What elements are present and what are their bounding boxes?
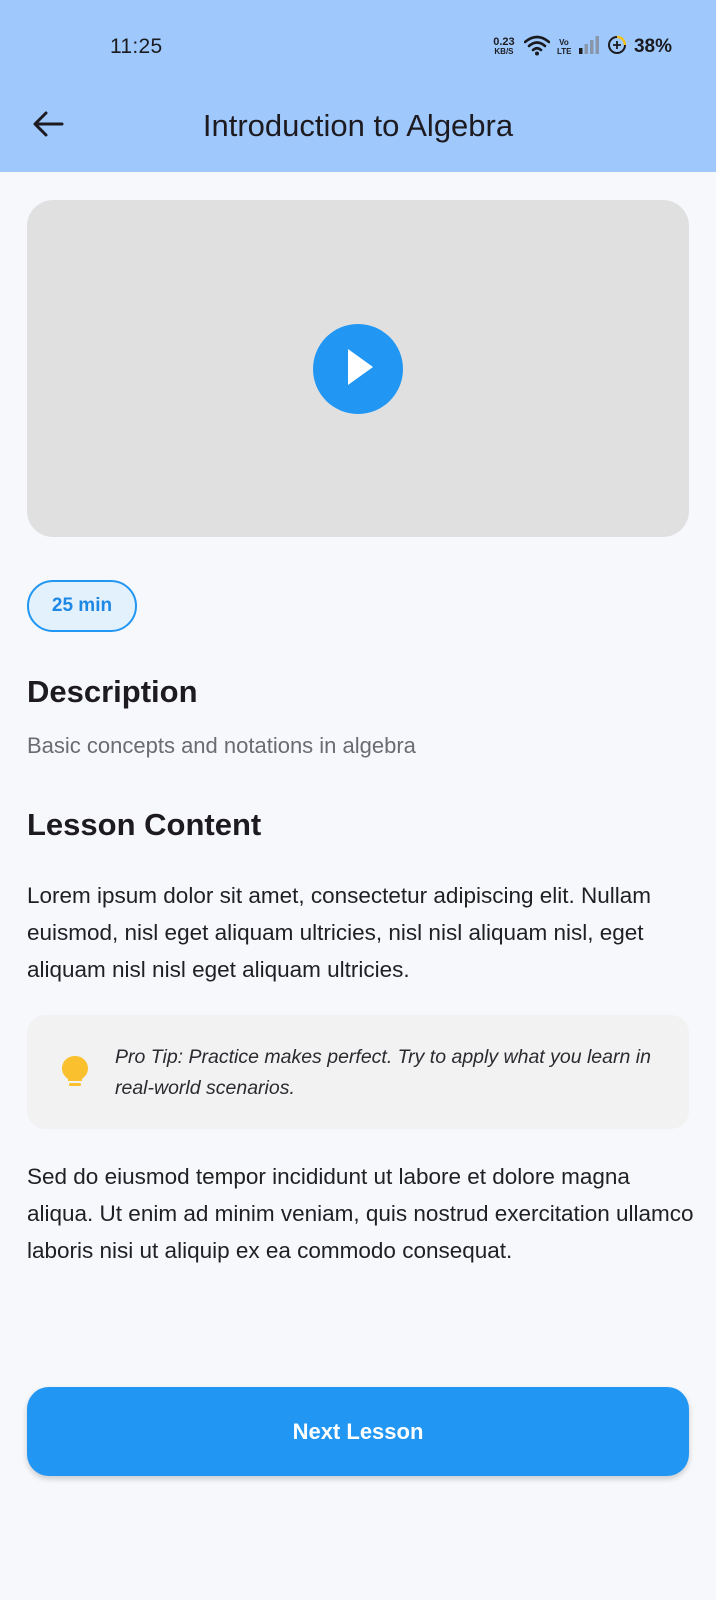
wifi-icon [523,34,551,61]
status-icons: 0.23 KB/S Vo LTE 38% [491,34,672,60]
pro-tip-text: Pro Tip: Practice makes perfect. Try to … [115,1046,651,1099]
network-speed-unit: KB/S [494,47,514,56]
lesson-content-heading: Lesson Content [27,807,262,842]
volte-bottom: LTE [556,47,572,56]
volte-top: Vo [559,38,569,47]
signal-icon [578,35,600,59]
battery-saver-icon [607,35,627,60]
video-player[interactable] [27,200,689,537]
pro-tip-box: Pro Tip: Practice makes perfect. Try to … [27,1015,689,1129]
play-button[interactable] [313,324,403,414]
next-lesson-button[interactable]: Next Lesson [27,1387,689,1476]
page-title: Introduction to Algebra [202,108,514,143]
duration-chip: 25 min [27,580,137,632]
play-icon [340,347,376,392]
lesson-paragraph: Lorem ipsum dolor sit amet, consectetur … [27,883,652,982]
status-bar: 11:25 0.23 KB/S Vo LTE 38% [0,0,716,92]
description-text: Basic concepts and notations in algebra [27,733,416,758]
lightbulb-icon [57,1054,93,1090]
battery-percentage: 38% [633,36,672,57]
status-time: 11:25 [110,35,163,58]
app-bar: 11:25 0.23 KB/S Vo LTE 38% Introduction … [0,0,716,172]
network-speed-value: 0.23 [493,36,515,48]
description-heading: Description [27,674,198,709]
network-speed: 0.23 KB/S [491,37,517,57]
volte-indicator: Vo LTE [556,38,572,56]
lesson-paragraph: Sed do eiusmod tempor incididunt ut labo… [27,1164,694,1263]
